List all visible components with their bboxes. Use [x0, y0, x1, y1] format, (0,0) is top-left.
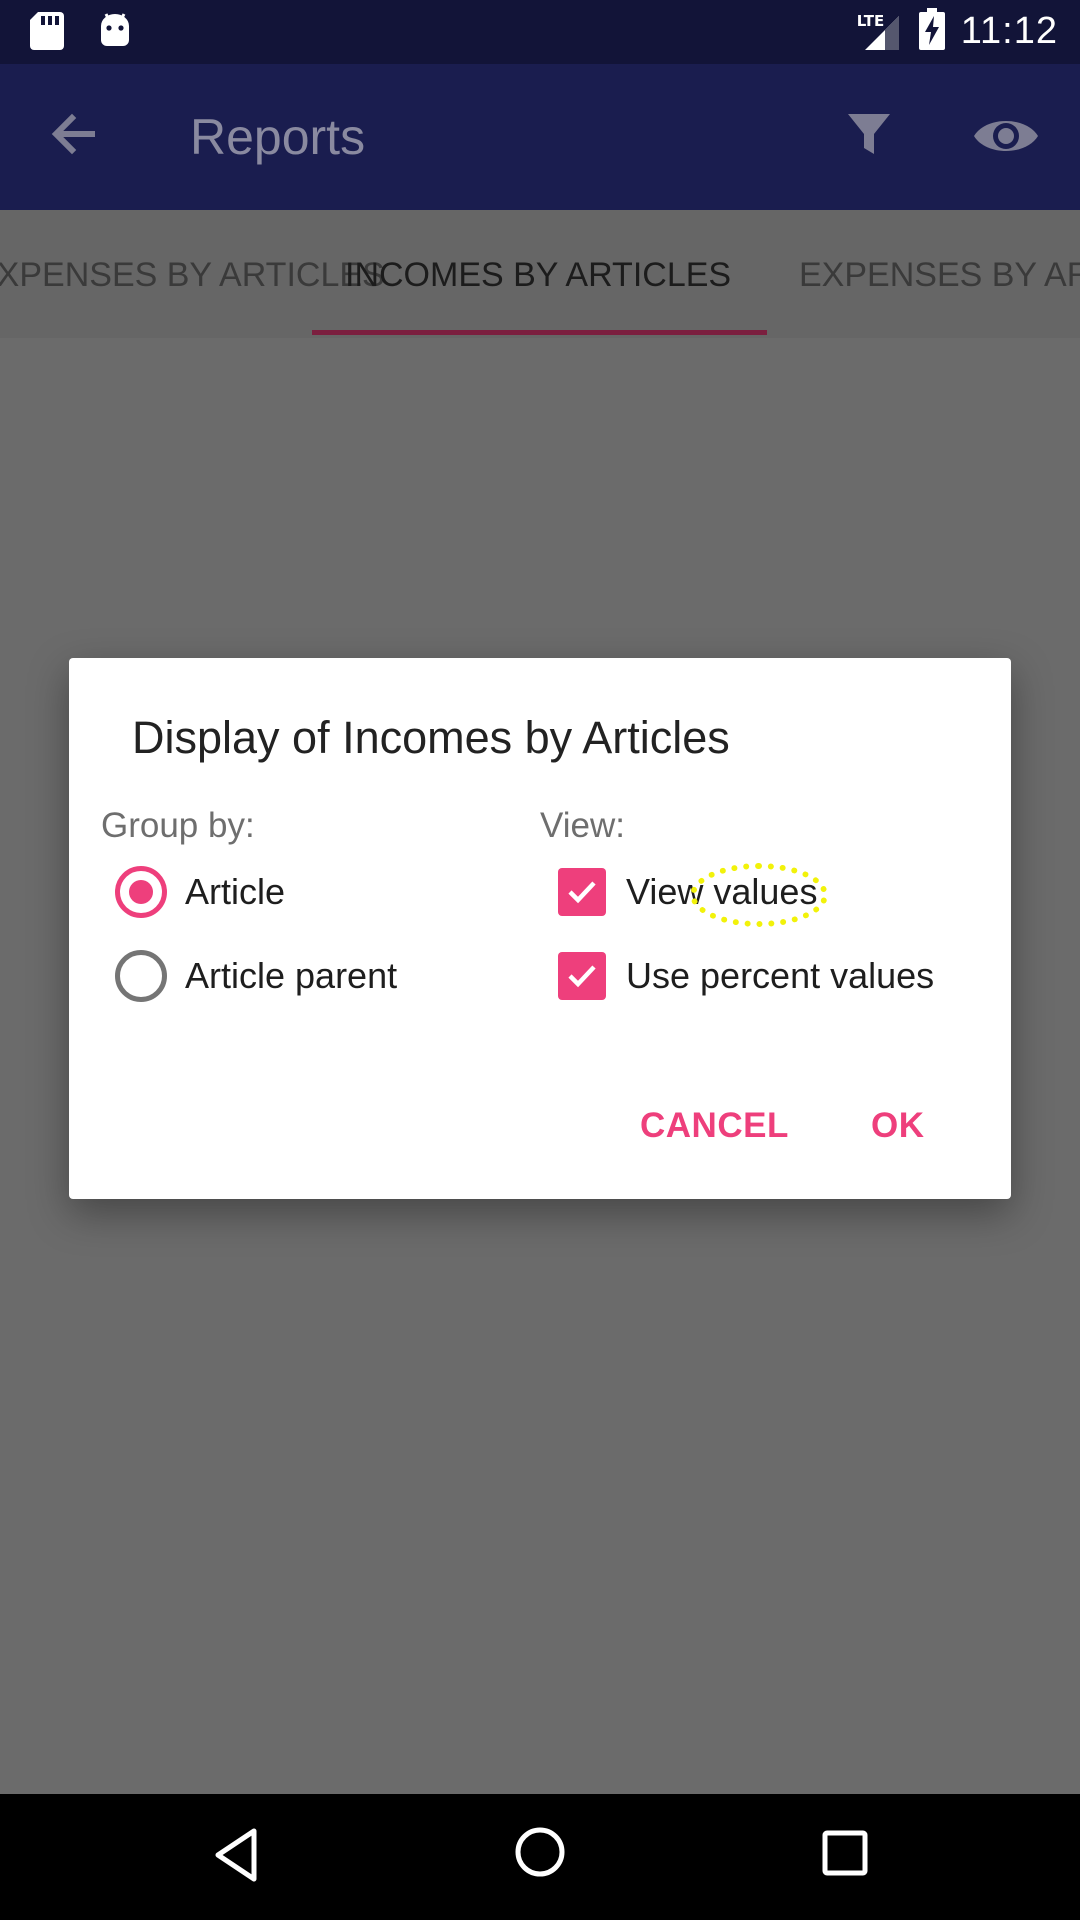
- view-label: View:: [540, 806, 625, 845]
- checkbox-view-values[interactable]: View values: [558, 868, 817, 916]
- eye-icon[interactable]: [972, 112, 1040, 160]
- tab-incomes-by-articles[interactable]: INCOMES BY ARTICLES: [345, 256, 731, 295]
- sd-card-icon: [30, 12, 64, 55]
- battery-charging-icon: [918, 8, 945, 55]
- nav-home-icon[interactable]: [514, 1826, 566, 1883]
- clock: 11:12: [960, 10, 1058, 52]
- navigation-bar: [0, 1794, 1080, 1920]
- group-by-label: Group by:: [101, 806, 255, 845]
- checkbox-use-percent-values-label: Use percent values: [626, 955, 935, 996]
- android-icon: [98, 12, 132, 55]
- page-title: Reports: [190, 109, 366, 165]
- checkbox-checked-icon[interactable]: [558, 952, 606, 1000]
- tab-expenses-by-articles-2[interactable]: EXPENSES BY ARTICLES: [799, 256, 1080, 295]
- back-arrow-icon[interactable]: [44, 104, 104, 164]
- radio-checked-icon[interactable]: [115, 866, 167, 918]
- radio-article-label: Article: [185, 871, 286, 912]
- radio-article-parent[interactable]: Article parent: [115, 950, 397, 1002]
- checkbox-checked-icon[interactable]: [558, 868, 606, 916]
- checkbox-view-values-label: View values: [626, 871, 818, 912]
- radio-article[interactable]: Article: [115, 866, 285, 918]
- radio-unchecked-icon[interactable]: [115, 950, 167, 1002]
- tab-bar: EXPENSES BY ARTICLES INCOMES BY ARTICLES…: [0, 210, 1080, 338]
- display-options-dialog: Display of Incomes by Articles Group by:…: [69, 658, 1011, 1199]
- status-bar: LTE 11:12: [0, 0, 1080, 64]
- cancel-button[interactable]: CANCEL: [640, 1106, 789, 1146]
- signal-icon: LTE: [855, 10, 903, 54]
- nav-back-icon[interactable]: [212, 1827, 260, 1888]
- filter-icon[interactable]: [844, 110, 894, 160]
- radio-article-parent-label: Article parent: [185, 955, 398, 996]
- checkbox-use-percent-values[interactable]: Use percent values: [558, 952, 934, 1000]
- nav-recents-icon[interactable]: [822, 1830, 868, 1881]
- tab-expenses-by-articles[interactable]: EXPENSES BY ARTICLES: [0, 256, 385, 295]
- ok-button[interactable]: OK: [871, 1106, 925, 1146]
- tab-indicator: [312, 330, 767, 335]
- dialog-title: Display of Incomes by Articles: [132, 712, 730, 763]
- app-bar: Reports: [0, 64, 1080, 210]
